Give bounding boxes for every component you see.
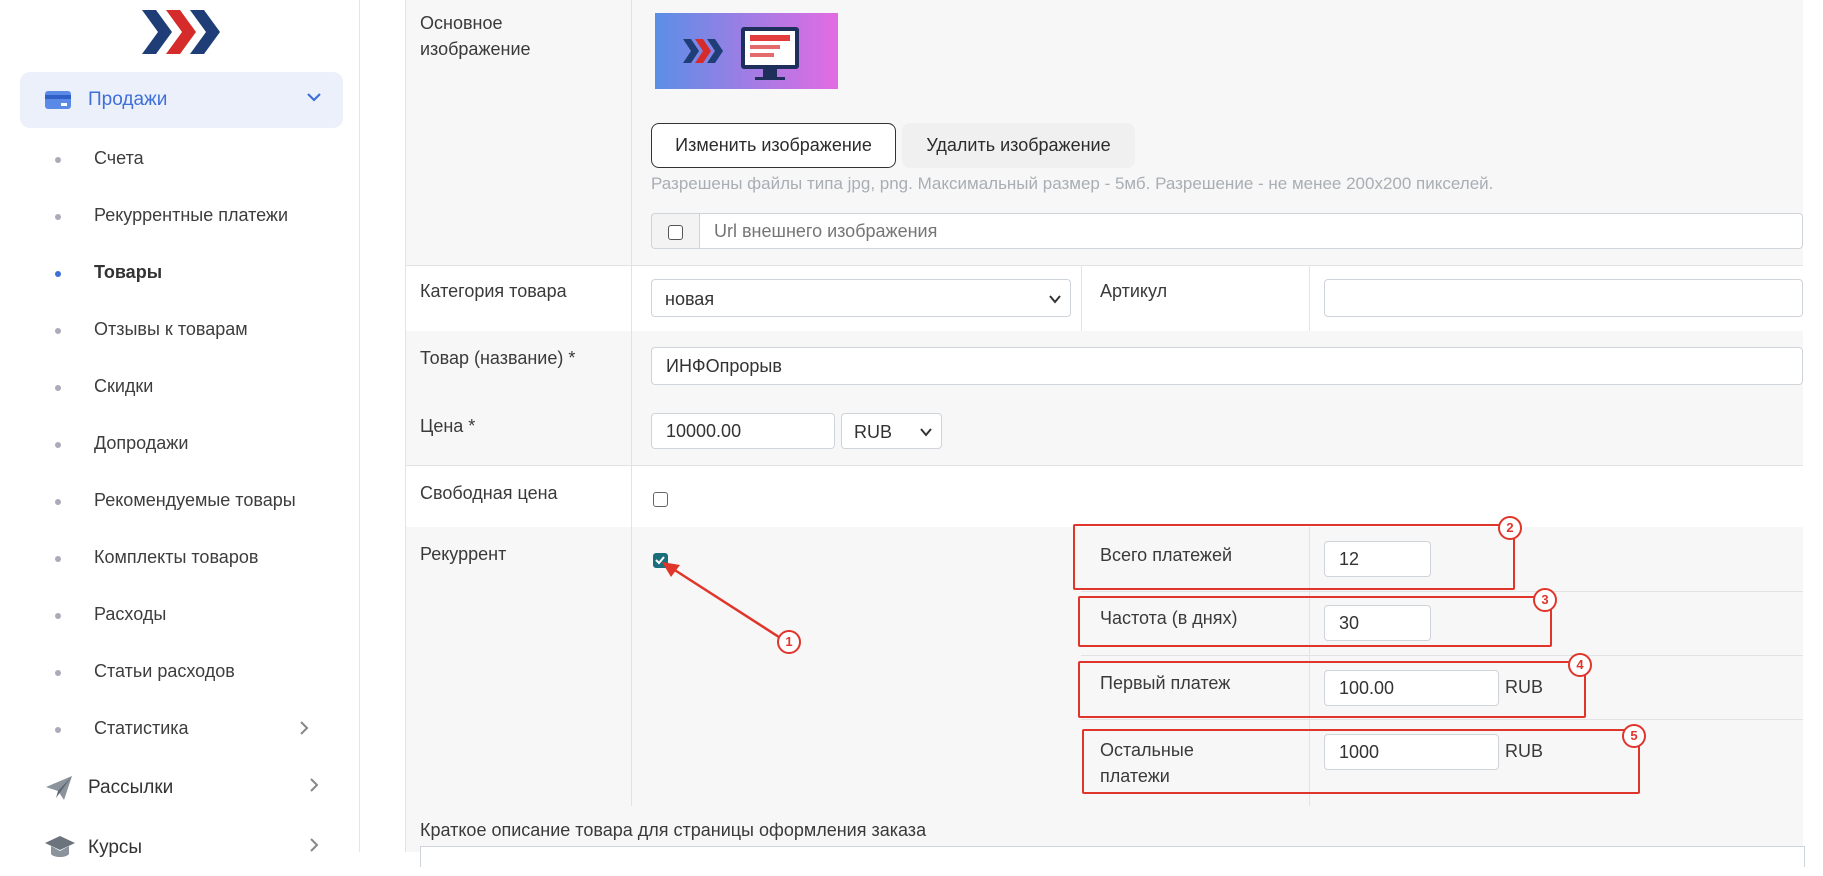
short-description-row: Краткое описание товара для страницы офо… xyxy=(406,806,1805,867)
name-label: Товар (название) * xyxy=(420,348,576,368)
sidebar-item-label: Продажи xyxy=(88,89,168,110)
annotation-arrow xyxy=(662,562,783,641)
sidebar-item-label: Рассылки xyxy=(88,777,174,798)
sidebar-item-label: Счета xyxy=(94,148,144,168)
sidebar-item-upsells[interactable]: Допродажи xyxy=(5,416,359,472)
change-image-button[interactable]: Изменить изображение xyxy=(651,123,896,168)
name-row: Товар (название) * xyxy=(406,331,1803,399)
price-label: Цена * xyxy=(420,416,476,436)
category-label: Категория товара xyxy=(420,281,567,301)
free-price-checkbox[interactable] xyxy=(653,492,668,507)
external-image-url-input[interactable] xyxy=(699,213,1803,249)
bullet-icon xyxy=(55,271,61,277)
sidebar-item-label: Товары xyxy=(94,262,163,282)
category-select[interactable]: новая xyxy=(651,279,1071,317)
bullet-icon xyxy=(55,499,61,505)
bullet-icon xyxy=(55,328,61,334)
sidebar-item-label: Расходы xyxy=(94,604,167,624)
product-name-input[interactable] xyxy=(651,347,1803,385)
chevron-down-icon xyxy=(307,93,321,102)
sidebar-item-product-bundles[interactable]: Комплекты товаров xyxy=(5,530,359,586)
sidebar-item-label: Отзывы к товарам xyxy=(94,319,248,339)
annotation-box-4 xyxy=(1078,661,1586,718)
credit-card-icon xyxy=(45,91,71,109)
bullet-icon xyxy=(55,727,61,733)
category-row: Категория товара новая Артикул xyxy=(406,265,1803,332)
bullet-icon xyxy=(55,214,61,220)
annotation-box-5 xyxy=(1082,729,1640,794)
annotation-marker-2: 2 xyxy=(1498,516,1522,540)
sidebar-item-label: Допродажи xyxy=(94,433,189,453)
chevron-right-icon xyxy=(310,778,319,792)
bullet-icon xyxy=(55,556,61,562)
sidebar-item-sales[interactable]: Продажи xyxy=(20,72,343,128)
sidebar-item-discounts[interactable]: Скидки xyxy=(5,359,359,415)
sidebar-item-courses[interactable]: Курсы xyxy=(20,820,343,876)
sidebar-item-recommended-products[interactable]: Рекомендуемые товары xyxy=(5,473,359,529)
paper-plane-icon xyxy=(46,776,72,800)
sidebar-item-product-reviews[interactable]: Отзывы к товарам xyxy=(5,302,359,358)
free-price-label: Свободная цена xyxy=(420,483,558,503)
sidebar-item-products[interactable]: Товары xyxy=(5,245,359,301)
bullet-icon xyxy=(55,670,61,676)
annotation-marker-4: 4 xyxy=(1568,653,1592,677)
annotation-marker-1: 1 xyxy=(777,630,801,654)
sidebar-item-recurring-payments[interactable]: Рекуррентные платежи xyxy=(5,188,359,244)
graduation-cap-icon xyxy=(45,836,75,857)
short-description-editor[interactable] xyxy=(420,846,1805,867)
currency-select[interactable]: RUB xyxy=(841,413,942,449)
brand-logo[interactable] xyxy=(140,6,220,58)
sidebar-item-label: Комплекты товаров xyxy=(94,547,259,567)
free-price-row: Свободная цена xyxy=(406,465,1803,528)
category-select-value: новая xyxy=(665,289,715,309)
annotation-marker-5: 5 xyxy=(1622,724,1646,748)
url-checkbox[interactable] xyxy=(668,225,683,240)
image-label: Основное изображение xyxy=(420,13,531,59)
sidebar-item-label: Рекуррентные платежи xyxy=(94,205,289,225)
recurrent-label: Рекуррент xyxy=(420,544,507,564)
image-row: Основное изображение Изменить изображени… xyxy=(406,0,1803,266)
sidebar-item-label: Статистика xyxy=(94,718,189,738)
chevron-right-icon xyxy=(310,838,319,852)
annotation-box-2 xyxy=(1073,524,1515,590)
sidebar-item-mailings[interactable]: Рассылки xyxy=(20,760,343,816)
chevron-right-icon xyxy=(300,721,309,735)
chevron-down-icon xyxy=(920,428,932,437)
price-input[interactable] xyxy=(651,413,835,449)
sidebar: Продажи Счета Рекуррентные платежи Товар… xyxy=(5,0,360,858)
sidebar-item-expense-items[interactable]: Статьи расходов xyxy=(5,644,359,700)
url-checkbox-addon xyxy=(651,213,699,249)
bullet-icon xyxy=(55,385,61,391)
sidebar-item-label: Рекомендуемые товары xyxy=(94,490,296,510)
article-input[interactable] xyxy=(1324,279,1803,317)
delete-image-button[interactable]: Удалить изображение xyxy=(902,123,1135,168)
price-row: Цена * RUB xyxy=(406,398,1803,466)
chevron-down-icon xyxy=(1049,295,1061,304)
image-upload-hint: Разрешены файлы типа jpg, png. Максималь… xyxy=(651,174,1494,193)
bullet-icon xyxy=(55,613,61,619)
product-form: Основное изображение Изменить изображени… xyxy=(405,0,1805,867)
annotation-box-3 xyxy=(1078,596,1552,647)
product-image-thumbnail xyxy=(655,13,838,89)
sidebar-item-label: Скидки xyxy=(94,376,154,396)
article-label: Артикул xyxy=(1100,281,1168,301)
sidebar-item-expenses[interactable]: Расходы xyxy=(5,587,359,643)
sidebar-item-label: Статьи расходов xyxy=(94,661,235,681)
annotation-marker-3: 3 xyxy=(1533,588,1557,612)
bullet-icon xyxy=(55,442,61,448)
sidebar-item-invoices[interactable]: Счета xyxy=(5,131,359,187)
currency-select-value: RUB xyxy=(854,422,893,442)
bullet-icon xyxy=(55,157,61,163)
short-description-label: Краткое описание товара для страницы офо… xyxy=(420,820,927,840)
sidebar-item-label: Курсы xyxy=(88,837,143,858)
sidebar-item-statistics[interactable]: Статистика xyxy=(5,701,359,757)
